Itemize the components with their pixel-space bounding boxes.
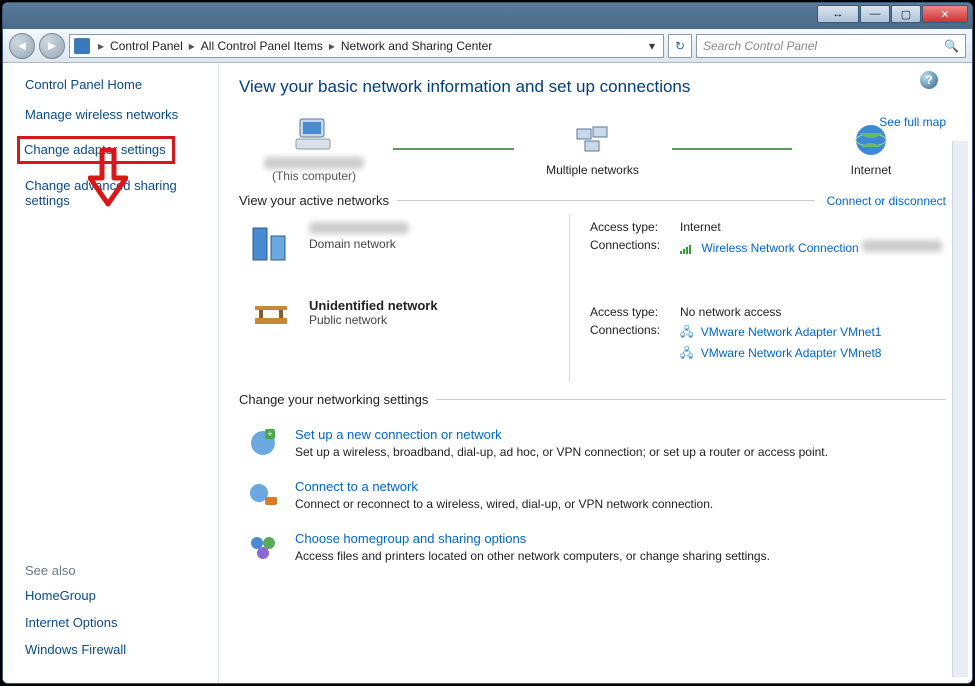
sidebar: Control Panel Home Manage wireless netwo… xyxy=(3,63,218,683)
maximize-button[interactable]: ▢ xyxy=(891,5,921,23)
multiple-networks-label: Multiple networks xyxy=(546,163,639,177)
network-name: Unidentified network xyxy=(309,298,438,313)
navbar: ◄ ► ▸ Control Panel ▸ All Control Panel … xyxy=(3,29,972,63)
setting-title[interactable]: Connect to a network xyxy=(295,479,713,494)
node-this-computer[interactable]: (This computer) xyxy=(239,115,389,183)
network-details-1: Access type:Internet Connections: Wirele… xyxy=(590,220,946,255)
see-also-internet-options[interactable]: Internet Options xyxy=(25,615,208,630)
search-icon[interactable]: 🔍 xyxy=(944,39,959,53)
computer-icon xyxy=(294,115,334,153)
minimize-button[interactable]: — xyxy=(860,5,890,23)
back-button[interactable]: ◄ xyxy=(9,33,35,59)
vmnet8-link[interactable]: VMware Network Adapter VMnet8 xyxy=(701,346,882,360)
connection-line xyxy=(672,148,793,150)
see-full-map-link[interactable]: See full map xyxy=(879,115,946,129)
active-networks: Domain network Unidentified network Publ… xyxy=(239,214,946,382)
scrollbar[interactable] xyxy=(952,141,968,677)
titlebar: ↔ — ▢ ✕ xyxy=(3,3,972,29)
connect-disconnect-link[interactable]: Connect or disconnect xyxy=(827,194,946,208)
window: ↔ — ▢ ✕ ◄ ► ▸ Control Panel ▸ All Contro… xyxy=(2,2,973,684)
network-entry-unidentified[interactable]: Unidentified network Public network xyxy=(249,298,569,342)
setting-description: Set up a wireless, broadband, dial-up, a… xyxy=(295,445,828,459)
chevron-right-icon: ▸ xyxy=(329,39,335,53)
breadcrumb-item[interactable]: Network and Sharing Center xyxy=(341,39,492,53)
svg-text:+: + xyxy=(267,429,272,439)
setting-homegroup[interactable]: Choose homegroup and sharing options Acc… xyxy=(239,521,946,573)
node-multiple-networks[interactable]: Multiple networks xyxy=(518,121,668,177)
ssid-blurred xyxy=(862,240,942,252)
setting-new-connection[interactable]: + Set up a new connection or network Set… xyxy=(239,417,946,469)
connect-network-icon xyxy=(247,479,279,511)
body: Control Panel Home Manage wireless netwo… xyxy=(3,63,972,683)
internet-label: Internet xyxy=(851,163,892,177)
setting-description: Connect or reconnect to a wireless, wire… xyxy=(295,497,713,511)
computer-name-blurred xyxy=(264,157,364,169)
breadcrumb[interactable]: ▸ Control Panel ▸ All Control Panel Item… xyxy=(69,34,664,58)
domain-name-blurred xyxy=(309,222,409,234)
search-placeholder: Search Control Panel xyxy=(703,39,817,53)
wireless-connection-link[interactable]: Wireless Network Connection xyxy=(701,241,858,255)
wireless-signal-icon xyxy=(680,244,694,254)
connection-line xyxy=(393,148,514,150)
settings-list: + Set up a new connection or network Set… xyxy=(239,417,946,573)
chevron-right-icon: ▸ xyxy=(98,39,104,53)
annotation-arrow-icon xyxy=(88,148,128,208)
see-also-windows-firewall[interactable]: Windows Firewall xyxy=(25,642,208,657)
breadcrumb-item[interactable]: Control Panel xyxy=(110,39,183,53)
setting-title[interactable]: Set up a new connection or network xyxy=(295,427,828,442)
new-connection-icon: + xyxy=(247,427,279,459)
see-also-homegroup[interactable]: HomeGroup xyxy=(25,588,208,603)
control-panel-icon xyxy=(74,38,90,54)
breadcrumb-dropdown-icon[interactable]: ▾ xyxy=(645,39,659,53)
networks-icon xyxy=(573,121,613,159)
this-computer-label: (This computer) xyxy=(272,169,356,183)
refresh-button[interactable]: ↻ xyxy=(668,34,692,58)
network-details-2: Access type:No network access Connection… xyxy=(590,305,946,365)
main-content: ? View your basic network information an… xyxy=(218,63,972,683)
search-input[interactable]: Search Control Panel 🔍 xyxy=(696,34,966,58)
ethernet-icon: 🖧 xyxy=(680,346,693,360)
help-icon[interactable]: ? xyxy=(920,71,938,89)
network-map: See full map (This computer) Multiple ne… xyxy=(239,115,946,183)
network-entry-domain[interactable]: Domain network xyxy=(249,222,569,266)
close-button[interactable]: ✕ xyxy=(922,5,968,23)
node-internet[interactable]: Internet xyxy=(796,121,946,177)
setting-connect-network[interactable]: Connect to a network Connect or reconnec… xyxy=(239,469,946,521)
networks-left-column: Domain network Unidentified network Publ… xyxy=(239,214,569,382)
breadcrumb-item[interactable]: All Control Panel Items xyxy=(201,39,323,53)
page-title: View your basic network information and … xyxy=(239,77,946,97)
ethernet-icon: 🖧 xyxy=(680,325,693,339)
vmnet1-link[interactable]: VMware Network Adapter VMnet1 xyxy=(701,325,882,339)
setting-title[interactable]: Choose homegroup and sharing options xyxy=(295,531,770,546)
resize-button[interactable]: ↔ xyxy=(817,5,859,23)
sidebar-item-manage-wireless[interactable]: Manage wireless networks xyxy=(25,107,208,123)
active-networks-heading: View your active networks Connect or dis… xyxy=(239,193,946,208)
network-type: Domain network xyxy=(309,237,409,251)
domain-network-icon xyxy=(249,222,293,266)
networks-right-column: Access type:Internet Connections: Wirele… xyxy=(569,214,946,382)
network-type: Public network xyxy=(309,313,438,327)
control-panel-home-link[interactable]: Control Panel Home xyxy=(25,77,208,93)
public-network-icon xyxy=(249,298,293,342)
change-settings-heading: Change your networking settings xyxy=(239,392,946,407)
homegroup-icon xyxy=(247,531,279,563)
setting-description: Access files and printers located on oth… xyxy=(295,549,770,563)
chevron-right-icon: ▸ xyxy=(189,39,195,53)
forward-button[interactable]: ► xyxy=(39,33,65,59)
see-also-label: See also xyxy=(25,563,208,578)
